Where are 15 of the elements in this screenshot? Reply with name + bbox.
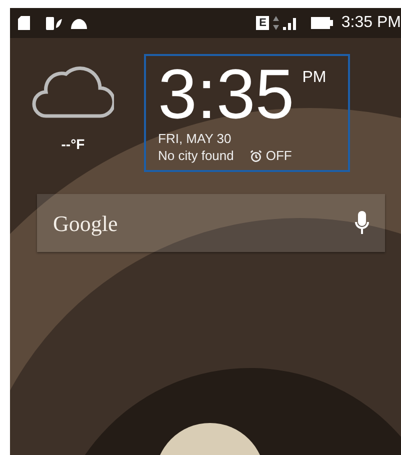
- search-bar[interactable]: Google: [37, 194, 385, 252]
- alarm-status: OFF: [266, 147, 292, 164]
- sd-card-icon: [18, 16, 30, 30]
- data-activity-icon: [273, 16, 280, 30]
- battery-leaf-icon: [46, 16, 62, 30]
- alarm-clock-icon: [250, 150, 262, 162]
- clock-time: 3:35: [158, 58, 294, 130]
- status-time: 3:35 PM: [341, 13, 401, 33]
- battery-icon: [311, 17, 334, 29]
- temperature: --°F: [61, 135, 85, 154]
- city-status: No city found: [158, 147, 234, 164]
- am-pm: PM: [302, 68, 326, 88]
- date: FRI, MAY 30: [158, 130, 232, 147]
- network-type-badge: E: [256, 16, 270, 30]
- microphone-icon[interactable]: [355, 211, 369, 235]
